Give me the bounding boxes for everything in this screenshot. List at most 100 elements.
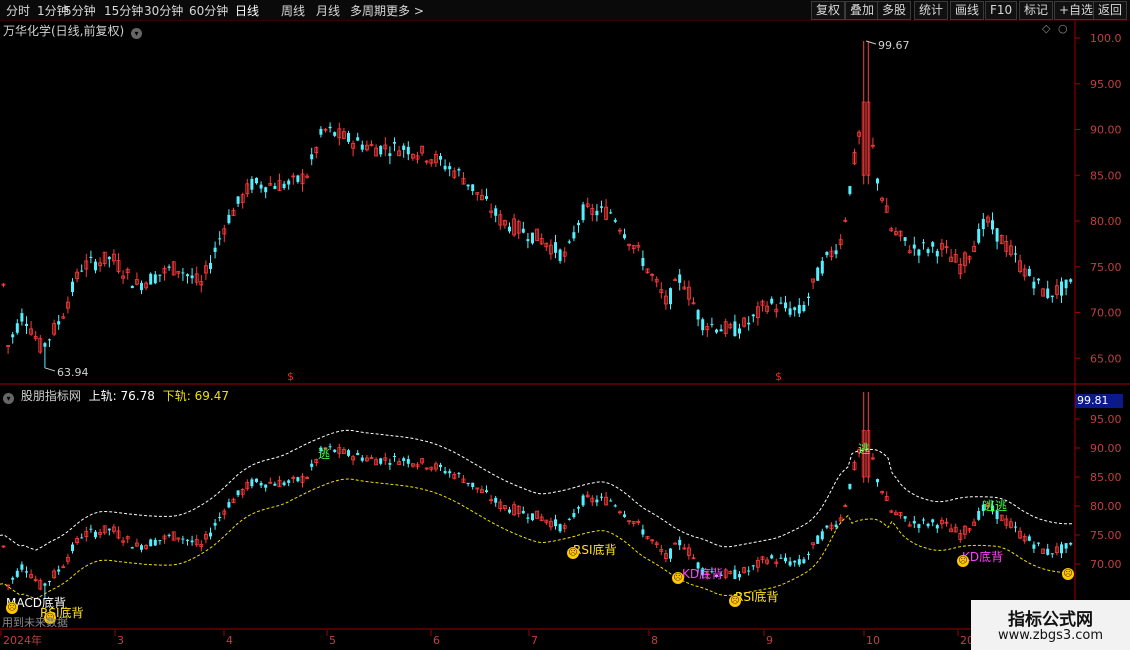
- candle-body: [788, 561, 792, 566]
- period-3[interactable]: 15分钟: [104, 2, 143, 19]
- candle-body: [816, 267, 820, 281]
- toolbar-button-0[interactable]: 复权: [811, 1, 846, 20]
- candle-body: [43, 343, 47, 347]
- dividend-marker[interactable]: $: [775, 370, 782, 383]
- candle-body: [466, 184, 470, 187]
- period-4[interactable]: 30分钟: [144, 2, 183, 19]
- price-tick-label: 70.00: [1090, 307, 1122, 320]
- candle-body: [609, 212, 613, 214]
- candle-body: [558, 524, 562, 532]
- period-5[interactable]: 60分钟: [189, 2, 228, 19]
- candle-body: [991, 220, 994, 230]
- candle-body: [669, 548, 672, 559]
- toolbar-button-3[interactable]: 统计: [914, 1, 949, 20]
- candle-body: [287, 180, 291, 185]
- period-7[interactable]: 周线: [281, 2, 305, 19]
- candle-body: [641, 257, 645, 266]
- period-9[interactable]: 多周期: [350, 2, 386, 19]
- date-tick-label: 2024年: [3, 633, 42, 647]
- candle-body: [388, 463, 392, 465]
- watermark: 指标公式网 www.zbgs3.com: [971, 600, 1130, 650]
- candle-body: [1060, 544, 1063, 554]
- candle-body: [181, 272, 185, 274]
- candle-body: [466, 482, 470, 485]
- candle-body: [710, 323, 714, 325]
- period-6[interactable]: 日线: [235, 2, 259, 19]
- sad-face-icon: ☹: [957, 555, 969, 567]
- candle-body: [227, 502, 231, 508]
- candle-body: [770, 555, 774, 559]
- band-indicator-chart[interactable]: 95.00 90.00 85.00 80.00 75.00 70.00: [0, 385, 1130, 630]
- indicator-tick-label: 85.00: [1090, 471, 1122, 484]
- candle-body: [448, 471, 452, 474]
- signal-kd1: KD底背: [682, 567, 724, 581]
- candle-body: [393, 142, 396, 144]
- candle-body: [903, 516, 907, 519]
- candle-body: [107, 528, 111, 531]
- candle-body: [186, 274, 189, 277]
- candle-body: [264, 484, 268, 488]
- candle-body: [1014, 526, 1017, 528]
- candle-body: [282, 482, 286, 486]
- candlestick-chart[interactable]: 100.0 95.00 90.00 85.00 80.00 75.00 70.00 65.00…: [0, 20, 1130, 405]
- candle-body: [319, 128, 323, 135]
- candle-body: [788, 308, 792, 315]
- signal-rsi1: RSI底背: [573, 543, 617, 557]
- candle-body: [57, 321, 61, 325]
- candle-body: [71, 281, 74, 293]
- price-tick-label: 80.00: [1090, 215, 1122, 228]
- sad-face-icon: ☹: [672, 572, 684, 584]
- candle-body: [406, 459, 410, 464]
- watermark-title: 指标公式网: [1008, 610, 1093, 630]
- candle-body: [926, 523, 930, 527]
- candle-body: [333, 449, 337, 453]
- candle-body: [158, 274, 162, 276]
- candle-body: [250, 178, 254, 190]
- candle-body: [521, 510, 525, 514]
- candle-body: [715, 329, 718, 333]
- candle-body: [779, 557, 783, 559]
- candle-body: [282, 183, 286, 189]
- candle-body: [296, 175, 300, 182]
- toolbar-button-2[interactable]: 多股: [877, 1, 912, 20]
- candle-body: [402, 145, 406, 150]
- candle-body: [931, 242, 935, 247]
- candle-body: [11, 577, 15, 580]
- dividend-marker[interactable]: $: [287, 370, 294, 383]
- candle-body: [255, 478, 258, 483]
- candle-body: [255, 177, 258, 184]
- candle-body: [567, 518, 571, 520]
- period-8[interactable]: 月线: [316, 2, 340, 19]
- candle-body: [360, 144, 364, 150]
- candle-body: [11, 334, 15, 338]
- candle-body: [600, 206, 603, 208]
- candle-body: [1027, 268, 1031, 276]
- candle-body: [406, 146, 410, 155]
- candle-body: [25, 571, 28, 573]
- date-tick-label: 7: [531, 634, 538, 647]
- toolbar-button-8[interactable]: 返回: [1093, 1, 1128, 20]
- toolbar-button-5[interactable]: F10: [985, 1, 1018, 20]
- candle-body: [1064, 279, 1068, 289]
- toolbar-button-6[interactable]: 标记: [1019, 1, 1054, 20]
- toolbar-button-4[interactable]: 画线: [950, 1, 985, 20]
- candle-body: [494, 497, 498, 503]
- candle-body: [48, 581, 51, 583]
- period-0[interactable]: 分时: [6, 2, 30, 19]
- candle-body: [554, 519, 557, 527]
- candle-body: [71, 544, 74, 552]
- candle-body: [1027, 536, 1031, 541]
- candle-body: [609, 500, 613, 502]
- toolbar-button-1[interactable]: 叠加: [845, 1, 880, 20]
- candle-body: [209, 532, 212, 537]
- period-2[interactable]: 5分钟: [64, 2, 96, 19]
- toolbar-button-7[interactable]: +自选: [1054, 1, 1099, 20]
- sad-face-icon: ☹: [6, 602, 18, 614]
- upper-band-line: [0, 429, 1072, 551]
- candle-body: [149, 539, 153, 547]
- candle-body: [264, 187, 268, 193]
- signal-escape3: 逃逃: [983, 499, 1008, 513]
- candle-body: [273, 185, 277, 189]
- period-10[interactable]: 更多 >: [386, 2, 424, 19]
- future-data-note: 用到未来数据: [2, 616, 68, 629]
